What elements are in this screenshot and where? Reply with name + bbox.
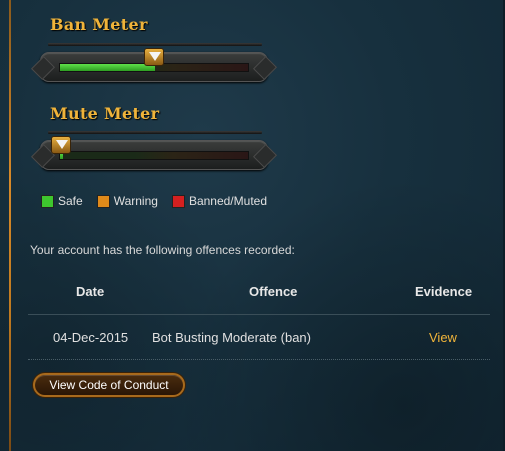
offence-column-header: Offence (249, 284, 298, 299)
legend-label: Safe (58, 194, 83, 208)
ban-meter-title: Ban Meter (50, 15, 148, 34)
safe-swatch-icon (41, 194, 54, 208)
left-frame-border (9, 0, 11, 451)
view-evidence-link[interactable]: View (429, 330, 457, 345)
header-divider (28, 314, 490, 315)
row-divider (28, 359, 490, 360)
offences-intro-text: Your account has the following offences … (30, 243, 295, 257)
ban-meter-pointer-icon (144, 48, 164, 66)
legend-item-banned: Banned/Muted (171, 194, 267, 208)
banned-swatch-icon (171, 194, 185, 208)
mute-meter (40, 140, 268, 170)
legend-label: Warning (113, 194, 158, 208)
legend-label: Banned/Muted (188, 194, 267, 208)
legend-item-warning: Warning (96, 194, 158, 208)
offence-date: 04-Dec-2015 (53, 330, 129, 345)
ban-meter-fill (60, 64, 155, 71)
legend-item-safe: Safe (41, 194, 83, 208)
meter-legend: Safe Warning Banned/Muted (41, 194, 281, 208)
evidence-column-header: Evidence (415, 284, 473, 299)
mute-meter-rule (48, 131, 262, 134)
mute-meter-pointer-icon (51, 136, 71, 154)
offence-name: Bot Busting Moderate (ban) (152, 330, 311, 345)
warning-swatch-icon (96, 194, 110, 208)
mute-meter-title: Mute Meter (50, 104, 160, 123)
view-code-of-conduct-button[interactable]: View Code of Conduct (33, 373, 185, 397)
date-column-header: Date (76, 284, 105, 299)
mute-meter-track (59, 151, 249, 160)
ban-meter-rule (48, 43, 262, 46)
